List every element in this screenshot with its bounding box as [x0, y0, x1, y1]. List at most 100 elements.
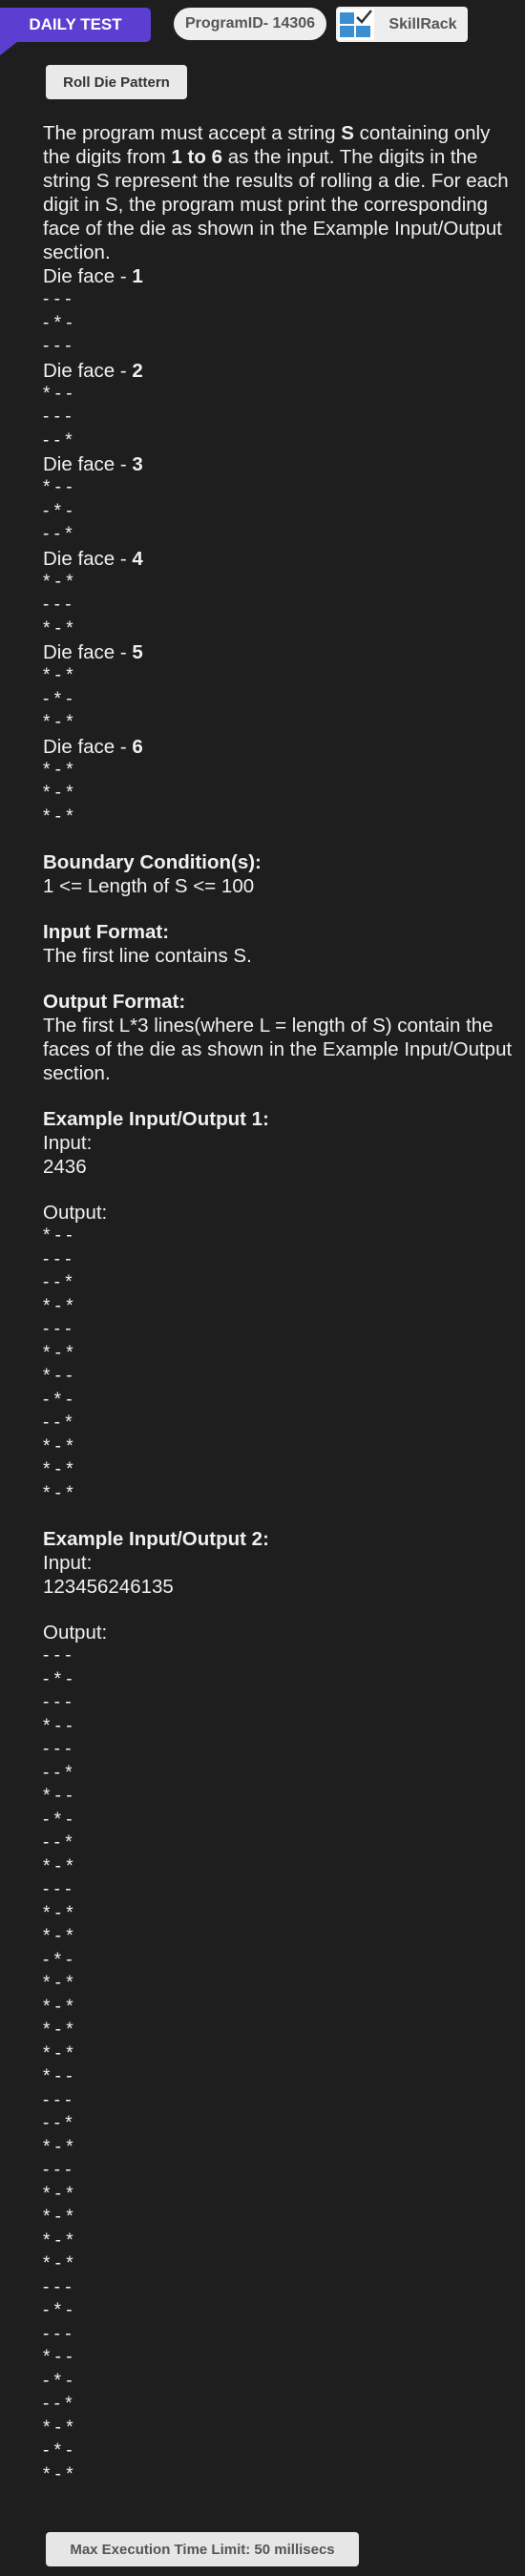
example-output-row: - - * [43, 1272, 73, 1292]
problem-title: Roll Die Pattern [63, 73, 170, 91]
example-output-row: * - * [43, 1482, 74, 1503]
example-output-row: - - * [43, 1833, 73, 1853]
example-output-row: * - * [43, 2253, 74, 2273]
example-output-row: - * - [43, 1668, 73, 1689]
die-pattern-row: - - * [43, 429, 73, 450]
example-output-row: - * - [43, 2300, 73, 2320]
example-output-row: - - * [43, 1762, 73, 1783]
die-face-number: 4 [132, 547, 143, 570]
skillrack-label: SkillRack [388, 15, 457, 32]
example-output-row: - * - [43, 1949, 73, 1970]
example-output-row: * - * [43, 1996, 74, 2017]
example-output-row: * - * [43, 1855, 74, 1876]
die-face-heading: Die face - 2 [43, 359, 520, 383]
example-output-row: * - * [43, 2042, 74, 2063]
example-output-row: - * - [43, 2370, 73, 2391]
example-output-row: * - * [43, 2207, 74, 2227]
example-output-row: * - * [43, 1342, 74, 1363]
die-face-number: 2 [132, 359, 143, 382]
program-id-label: ProgramID- 14306 [184, 15, 316, 31]
example-output-row: - - - [43, 1739, 72, 1759]
die-pattern-row: - - - [43, 595, 72, 615]
example-output-row: * - * [43, 2230, 74, 2251]
example-output-row: * - - [43, 2066, 73, 2086]
die-pattern-row: - - - [43, 336, 72, 356]
die-face-number: 5 [132, 641, 143, 663]
example-output-row: - - - [43, 2323, 72, 2344]
example-output-row: - * - [43, 1809, 73, 1830]
program-id-pill: ProgramID- 14306 [174, 8, 326, 40]
die-face-label: Die face - [43, 641, 133, 663]
example-output-row: - * - [43, 2440, 73, 2461]
input-format-text: The first line contains S. [43, 945, 252, 967]
daily-test-badge[interactable]: DAILY TEST [0, 8, 151, 42]
example-output-row: - - - [43, 1645, 72, 1665]
example-output-label: Output: [43, 1202, 108, 1224]
example-output-row: * - * [43, 1973, 74, 1993]
example-input-value: 2436 [43, 1156, 87, 1178]
example-output-row: - - * [43, 2113, 73, 2133]
die-pattern-row: - - * [43, 524, 73, 544]
example-output-row: * - - [43, 1786, 73, 1806]
boundary-text: 1 <= Length of S <= 100 [43, 875, 255, 897]
example-output-row: * - * [43, 1435, 74, 1456]
example-input-label: Input: [43, 1552, 93, 1574]
example-input-label: Input: [43, 1132, 93, 1154]
die-pattern-row: * - - [43, 477, 73, 497]
die-pattern-row: - - - [43, 289, 72, 309]
die-pattern-row: - * - [43, 312, 73, 333]
example-output-row: * - * [43, 2417, 74, 2438]
die-face-label: Die face - [43, 547, 133, 570]
die-pattern-row: * - * [43, 783, 74, 803]
description-segment: The program must accept a string [43, 122, 342, 144]
example-output-row: - - - [43, 1248, 72, 1269]
die-pattern-row: - * - [43, 500, 73, 521]
description-segment: 1 to 6 [171, 146, 222, 168]
example-output-row: * - * [43, 1459, 74, 1479]
example-output-row: * - - [43, 2347, 73, 2367]
problem-content: The program must accept a string S conta… [43, 121, 520, 2486]
die-pattern-row: * - * [43, 571, 74, 592]
problem-title-button[interactable]: Roll Die Pattern [46, 65, 187, 99]
die-pattern-row: * - * [43, 618, 74, 639]
daily-test-label: DAILY TEST [29, 15, 122, 33]
examples-section: Example Input/Output 1: Input: 2436 Output:… [43, 1085, 520, 2486]
example-output-label: Output: [43, 1622, 108, 1644]
time-limit-label: Max Execution Time Limit: 50 millisecs [70, 2541, 335, 2558]
example-output-row: * - * [43, 2183, 74, 2204]
die-pattern-row: * - - [43, 383, 73, 404]
output-format-text: The first L*3 lines(where L = length of … [43, 1015, 513, 1084]
skillrack-link[interactable]: SkillRack [336, 7, 468, 42]
die-face-heading: Die face - 6 [43, 735, 520, 759]
die-pattern-row: * - * [43, 759, 74, 780]
die-face-number: 3 [132, 453, 143, 475]
die-faces-section: Die face - 1- - -- * -- - - Die face - 2 *… [43, 264, 520, 828]
die-face-heading: Die face - 4 [43, 547, 520, 571]
example-heading: Example Input/Output 2: [43, 1528, 269, 1550]
description-segment: S [341, 122, 354, 144]
die-pattern-row: - - - [43, 407, 72, 427]
die-face-heading: Die face - 1 [43, 264, 520, 288]
die-face-heading: Die face - 5 [43, 640, 520, 664]
example-output-row: * - - [43, 1715, 73, 1736]
example-output-row: - - - [43, 1879, 72, 1899]
example-output-row: * - * [43, 2136, 74, 2157]
die-face-label: Die face - [43, 453, 133, 475]
example-output-row: * - * [43, 1926, 74, 1946]
example-output-row: * - * [43, 2463, 74, 2484]
example-output-row: - - - [43, 1319, 72, 1339]
die-face-label: Die face - [43, 735, 133, 758]
die-pattern-row: * - * [43, 665, 74, 685]
input-format-heading: Input Format: [43, 921, 170, 943]
example-output-row: * - - [43, 1366, 73, 1386]
die-face-label: Die face - [43, 265, 133, 287]
example-output-row: - - * [43, 1413, 73, 1433]
example-output-row: - - - [43, 2276, 72, 2297]
example-output-row: - - - [43, 1692, 72, 1712]
example-output-row: * - - [43, 1225, 73, 1246]
die-face-label: Die face - [43, 359, 133, 382]
die-face-number: 1 [132, 265, 143, 287]
